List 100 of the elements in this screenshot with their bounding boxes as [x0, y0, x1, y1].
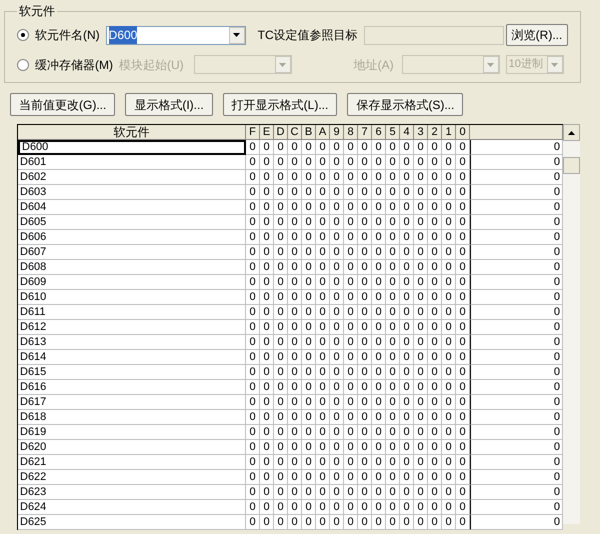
bit-cell: 0 — [344, 335, 358, 350]
bit-cell: 0 — [288, 290, 302, 305]
device-cell[interactable]: D615 — [18, 365, 246, 380]
bit-cell: 0 — [316, 245, 330, 260]
arrow-up-icon — [568, 130, 575, 134]
bit-cell: 0 — [274, 320, 288, 335]
bit-cell: 0 — [302, 200, 316, 215]
device-cell[interactable]: D614 — [18, 350, 246, 365]
bit-cell: 0 — [400, 185, 414, 200]
bit-cell: 0 — [428, 290, 442, 305]
radio-label: 软元件名(N) — [35, 27, 100, 44]
bit-cell: 0 — [246, 380, 260, 395]
bit-cell: 0 — [260, 395, 274, 410]
module-start-combobox[interactable] — [194, 55, 292, 74]
scroll-thumb[interactable] — [563, 157, 580, 174]
bit-cell: 0 — [372, 335, 386, 350]
device-cell[interactable]: D621 — [18, 455, 246, 470]
bit-cell: 0 — [316, 230, 330, 245]
device-cell[interactable]: D624 — [18, 500, 246, 515]
bit-cell: 0 — [456, 155, 470, 170]
bit-cell: 0 — [358, 185, 372, 200]
radio-button[interactable] — [17, 58, 29, 70]
radio-button[interactable] — [17, 29, 29, 41]
bit-cell: 0 — [428, 320, 442, 335]
bit-cell: 0 — [428, 245, 442, 260]
device-cell[interactable]: D608 — [18, 260, 246, 275]
bit-cell: 0 — [428, 455, 442, 470]
bit-cell: 0 — [442, 350, 456, 365]
bit-cell: 0 — [316, 500, 330, 515]
bit-cell: 0 — [274, 425, 288, 440]
device-cell[interactable]: D623 — [18, 485, 246, 500]
bit-cell: 0 — [428, 425, 442, 440]
bit-cell: 0 — [302, 380, 316, 395]
bit-cell: 0 — [260, 500, 274, 515]
device-cell[interactable]: D607 — [18, 245, 246, 260]
bit-cell: 0 — [330, 470, 344, 485]
device-cell[interactable]: D600 — [18, 140, 246, 155]
device-cell[interactable]: D616 — [18, 380, 246, 395]
device-cell[interactable]: D603 — [18, 185, 246, 200]
device-cell[interactable]: D618 — [18, 410, 246, 425]
bit-cell: 0 — [246, 440, 260, 455]
bit-cell: 0 — [358, 260, 372, 275]
device-cell[interactable]: D605 — [18, 215, 246, 230]
bit-cell: 0 — [330, 275, 344, 290]
bit-cell: 0 — [316, 380, 330, 395]
bit-cell: 0 — [386, 140, 400, 155]
bit-cell: 0 — [456, 215, 470, 230]
dropdown-button[interactable] — [228, 26, 245, 44]
bit-cell: 0 — [344, 485, 358, 500]
bit-cell: 0 — [428, 335, 442, 350]
device-cell[interactable]: D625 — [18, 515, 246, 530]
toolbar-button[interactable]: 保存显示格式(S)... — [347, 93, 464, 116]
device-name-combobox[interactable]: D600 — [106, 26, 246, 44]
bit-cell: 0 — [358, 470, 372, 485]
toolbar-button[interactable]: 显示格式(I)... — [125, 93, 213, 116]
bit-cell: 0 — [274, 455, 288, 470]
bit-cell: 0 — [246, 365, 260, 380]
bit-cell: 0 — [316, 260, 330, 275]
bit-cell: 0 — [414, 230, 428, 245]
bit-cell: 0 — [414, 335, 428, 350]
device-cell[interactable]: D604 — [18, 200, 246, 215]
device-cell[interactable]: D611 — [18, 305, 246, 320]
scroll-up-button[interactable] — [563, 124, 580, 141]
bit-cell: 0 — [288, 215, 302, 230]
device-cell[interactable]: D606 — [18, 230, 246, 245]
bit-cell: 0 — [428, 305, 442, 320]
scrollbar[interactable] — [563, 124, 580, 524]
bit-cell: 0 — [372, 485, 386, 500]
bit-cell: 0 — [456, 410, 470, 425]
device-cell[interactable]: D602 — [18, 170, 246, 185]
browse-button[interactable]: 浏览(R)... — [506, 24, 568, 46]
toolbar-button[interactable]: 打开显示格式(L)... — [222, 93, 338, 116]
bit-cell: 0 — [400, 290, 414, 305]
bit-cell: 0 — [260, 365, 274, 380]
bit-cell: 0 — [330, 230, 344, 245]
bit-cell: 0 — [386, 230, 400, 245]
bit-cell: 0 — [372, 275, 386, 290]
tc-input-field[interactable] — [364, 26, 504, 44]
device-cell[interactable]: D617 — [18, 395, 246, 410]
device-cell[interactable]: D613 — [18, 335, 246, 350]
column-header: 4 — [400, 125, 414, 140]
bit-cell: 0 — [456, 140, 470, 155]
bit-cell: 0 — [400, 260, 414, 275]
device-cell[interactable]: D601 — [18, 155, 246, 170]
bit-cell: 0 — [302, 275, 316, 290]
address-combobox[interactable] — [402, 55, 500, 74]
bit-cell: 0 — [428, 380, 442, 395]
device-cell[interactable]: D619 — [18, 425, 246, 440]
bit-cell: 0 — [330, 395, 344, 410]
bit-cell: 0 — [316, 305, 330, 320]
bit-cell: 0 — [246, 245, 260, 260]
toolbar-button[interactable]: 当前值更改(G)... — [10, 93, 116, 116]
device-cell[interactable]: D609 — [18, 275, 246, 290]
bit-cell: 0 — [358, 380, 372, 395]
column-header: 5 — [386, 125, 400, 140]
device-cell[interactable]: D620 — [18, 440, 246, 455]
device-cell[interactable]: D610 — [18, 290, 246, 305]
device-cell[interactable]: D612 — [18, 320, 246, 335]
bit-cell: 0 — [400, 140, 414, 155]
device-cell[interactable]: D622 — [18, 470, 246, 485]
